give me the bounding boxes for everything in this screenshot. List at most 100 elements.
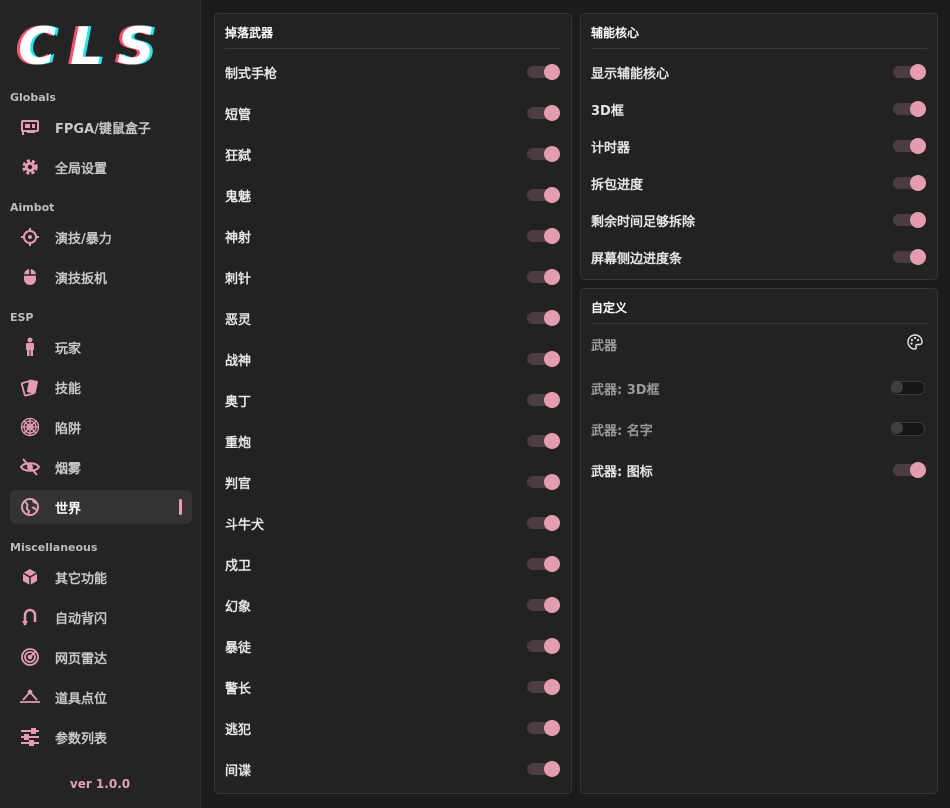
nav-label: 全局设置 — [55, 161, 108, 177]
toggle-row: 刺针 — [225, 265, 561, 289]
toggle-switch[interactable] — [893, 64, 926, 80]
nav-item-global-settings[interactable]: 全局设置 — [10, 150, 192, 184]
toggle-row: 重炮 — [225, 429, 561, 453]
sliders-icon — [19, 726, 41, 748]
radar-icon — [19, 646, 41, 668]
toggle-row: 武器: 3D框 — [591, 376, 927, 400]
toggle-row: 斗牛犬 — [225, 511, 561, 535]
nav-item-item-points[interactable]: 道具点位 — [10, 680, 192, 714]
nav-item-abilities[interactable]: 技能 — [10, 370, 192, 404]
toggle-knob — [544, 638, 560, 654]
nav-item-trigger[interactable]: 演技扳机 — [10, 260, 192, 294]
toggle-switch[interactable] — [527, 556, 560, 572]
toggle-knob — [891, 381, 903, 393]
toggle-switch[interactable] — [893, 101, 926, 117]
version-label: ver 1.0.0 — [69, 777, 131, 791]
toggle-switch[interactable] — [527, 638, 560, 654]
toggle-switch[interactable] — [527, 310, 560, 326]
toggle-knob — [544, 64, 560, 80]
toggle-row: 幻象 — [225, 593, 561, 617]
row-label: 拆包进度 — [591, 177, 644, 193]
toggle-knob — [544, 392, 560, 408]
toggle-switch[interactable] — [527, 474, 560, 490]
toggle-switch[interactable] — [893, 462, 926, 478]
toggle-switch[interactable] — [527, 761, 560, 777]
toggle-knob — [910, 212, 926, 228]
nav-item-auto-flash[interactable]: 自动背闪 — [10, 600, 192, 634]
toggle-switch[interactable] — [527, 597, 560, 613]
row-label: 鬼魅 — [225, 189, 252, 205]
toggle-row: 恶灵 — [225, 306, 561, 330]
nav-item-web-radar[interactable]: 网页雷达 — [10, 640, 192, 674]
toggle-switch[interactable] — [527, 515, 560, 531]
toggle-switch[interactable] — [527, 105, 560, 121]
toggle-knob — [544, 187, 560, 203]
toggle-switch[interactable] — [527, 64, 560, 80]
row-label: 剩余时间足够拆除 — [591, 214, 696, 230]
toggle-knob — [544, 679, 560, 695]
row-label: 刺针 — [225, 271, 252, 287]
person-icon — [19, 336, 41, 358]
nav-item-players[interactable]: 玩家 — [10, 330, 192, 364]
row-label: 制式手枪 — [225, 66, 278, 82]
toggle-switch[interactable] — [527, 269, 560, 285]
globe-icon — [19, 496, 41, 518]
toggle-switch[interactable] — [527, 720, 560, 736]
toggle-knob — [544, 351, 560, 367]
toggle-row: 战神 — [225, 347, 561, 371]
cube-icon — [19, 566, 41, 588]
toggle-knob — [544, 228, 560, 244]
toggle-switch[interactable] — [891, 381, 925, 395]
nav-item-fpga[interactable]: FPGA/键鼠盒子 — [10, 110, 192, 144]
toggle-knob — [544, 515, 560, 531]
row-label: 武器: 图标 — [591, 464, 653, 480]
row-label: 奥丁 — [225, 394, 252, 410]
row-label: 战神 — [225, 353, 252, 369]
nav-label: FPGA/键鼠盒子 — [55, 121, 151, 137]
toggle-row: 警长 — [225, 675, 561, 699]
row-label: 警长 — [225, 681, 252, 697]
toggle-row: 神射 — [225, 224, 561, 248]
nav-label: 网页雷达 — [55, 651, 108, 667]
toggle-row: 暴徒 — [225, 634, 561, 658]
row-label: 戍卫 — [225, 558, 252, 574]
toggle-switch[interactable] — [527, 146, 560, 162]
section-title-esp: ESP — [10, 311, 34, 324]
crosshair-icon — [19, 226, 41, 248]
toggle-switch[interactable] — [891, 422, 925, 436]
toggle-knob — [544, 761, 560, 777]
row-label: 显示辅能核心 — [591, 66, 670, 82]
toggle-switch[interactable] — [893, 249, 926, 265]
spiderweb-icon — [19, 416, 41, 438]
row-label: 暴徒 — [225, 640, 252, 656]
nav-item-aim[interactable]: 演技/暴力 — [10, 220, 192, 254]
toggle-switch[interactable] — [527, 392, 560, 408]
nav-item-param-list[interactable]: 参数列表 — [10, 720, 192, 754]
row-label: 武器: 3D框 — [591, 382, 660, 398]
toggle-switch[interactable] — [527, 228, 560, 244]
nav-label: 陷阱 — [55, 421, 82, 437]
row-label: 短管 — [225, 107, 252, 123]
toggle-switch[interactable] — [527, 187, 560, 203]
toggle-switch[interactable] — [893, 138, 926, 154]
toggle-row: 剩余时间足够拆除 — [591, 208, 927, 232]
section-title-aimbot: Aimbot — [10, 201, 55, 214]
toggle-switch[interactable] — [527, 351, 560, 367]
mouse-icon — [19, 266, 41, 288]
toggle-switch[interactable] — [527, 433, 560, 449]
nav-item-smoke[interactable]: 烟雾 — [10, 450, 192, 484]
nav-item-world[interactable]: 世界 — [10, 490, 192, 524]
toggle-switch[interactable] — [893, 175, 926, 191]
row-label: 恶灵 — [225, 312, 252, 328]
nav-item-other-functions[interactable]: 其它功能 — [10, 560, 192, 594]
palette-icon[interactable] — [907, 334, 923, 354]
toggle-knob — [544, 146, 560, 162]
toggle-switch[interactable] — [893, 212, 926, 228]
nav-label: 参数列表 — [55, 731, 108, 747]
nav-item-traps[interactable]: 陷阱 — [10, 410, 192, 444]
toggle-knob — [544, 105, 560, 121]
row-label: 屏幕侧边进度条 — [591, 251, 683, 267]
toggle-row: 戍卫 — [225, 552, 561, 576]
toggle-switch[interactable] — [527, 679, 560, 695]
toggle-row: 制式手枪 — [225, 60, 561, 84]
